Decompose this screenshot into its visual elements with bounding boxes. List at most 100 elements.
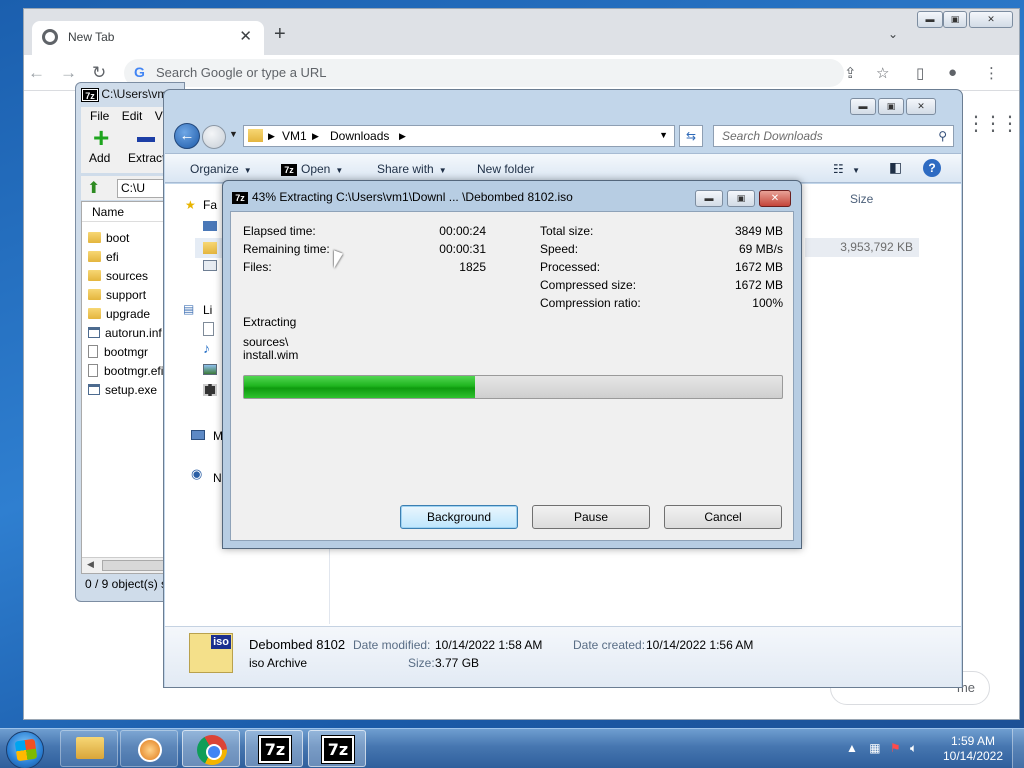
- scrollbar-thumb[interactable]: [102, 560, 164, 571]
- pause-button[interactable]: Pause: [532, 505, 650, 529]
- forward-arrow-icon[interactable]: [202, 125, 226, 149]
- desktop-icon[interactable]: [203, 221, 217, 231]
- back-arrow-icon[interactable]: ←: [174, 123, 200, 149]
- size-label: Size:: [408, 656, 435, 670]
- bookmark-star-icon[interactable]: ☆: [876, 64, 889, 82]
- share-icon[interactable]: ⇪: [844, 64, 857, 82]
- taskbar-chrome[interactable]: [182, 730, 240, 767]
- list-item[interactable]: sources: [88, 267, 148, 286]
- background-button[interactable]: Background: [400, 505, 518, 529]
- preview-pane-icon[interactable]: ◧: [889, 159, 902, 176]
- dialog-caption-buttons: ▬ ▣ ✕: [695, 190, 795, 208]
- volume-icon[interactable]: 🔈︎: [910, 741, 917, 755]
- zip-fm-path-value: C:\U: [121, 181, 145, 195]
- organize-button[interactable]: Organize ▼: [190, 162, 252, 176]
- breadcrumb-arrow-icon[interactable]: ▶: [312, 131, 319, 142]
- menu-view[interactable]: V: [155, 109, 163, 123]
- tab-close-icon[interactable]: ✕: [239, 27, 252, 45]
- explorer-command-bar: Organize ▼ 7z Open ▼ Share with ▼ New folder…: [165, 153, 961, 183]
- breadcrumb-arrow-icon[interactable]: ▶: [399, 131, 406, 142]
- breadcrumb-arrow-icon[interactable]: ▶: [268, 131, 275, 142]
- chrome-restore-button[interactable]: ▣: [943, 11, 967, 28]
- documents-icon[interactable]: [203, 322, 214, 336]
- nav-favorites[interactable]: Fa: [203, 198, 217, 212]
- action-center-flag-icon[interactable]: ⚑: [890, 741, 901, 755]
- dialog-minimize-button[interactable]: ▬: [695, 190, 723, 207]
- address-bar[interactable]: ▶ VM1 ▶ Downloads ▶ ▼: [243, 125, 675, 147]
- history-chevron-down-icon[interactable]: ▼: [229, 129, 238, 139]
- new-tab-button[interactable]: +: [274, 23, 286, 46]
- list-item[interactable]: autorun.inf: [88, 324, 162, 343]
- mouse-cursor-icon: [334, 250, 343, 272]
- chrome-minimize-button[interactable]: ▬: [917, 11, 943, 28]
- google-apps-icon[interactable]: ⋮⋮⋮: [966, 111, 1020, 136]
- list-item[interactable]: bootmgr.efi: [88, 362, 163, 381]
- forward-arrow-icon[interactable]: →: [60, 63, 77, 83]
- dialog-client-area: Elapsed time: 00:00:24 Remaining time: 0…: [230, 211, 794, 541]
- cancel-button[interactable]: Cancel: [664, 505, 782, 529]
- view-options-icon[interactable]: ☷ ▼: [833, 162, 860, 176]
- search-input[interactable]: Search Downloads ⚲: [713, 125, 954, 147]
- nav-libraries[interactable]: Li: [203, 303, 212, 317]
- taskbar-media-player[interactable]: [120, 730, 178, 767]
- breadcrumb-vm1[interactable]: VM1: [282, 129, 307, 143]
- start-button[interactable]: [6, 731, 44, 768]
- list-item[interactable]: bootmgr: [88, 343, 148, 362]
- list-item[interactable]: boot: [88, 229, 129, 248]
- chrome-close-button[interactable]: ✕: [969, 11, 1013, 28]
- extract-minus-icon[interactable]: [137, 137, 155, 142]
- column-header-size[interactable]: Size: [850, 192, 873, 206]
- list-item[interactable]: setup.exe: [88, 381, 157, 400]
- side-panel-icon[interactable]: ▯: [916, 64, 924, 82]
- remaining-time-value: 00:00:31: [439, 242, 486, 256]
- breadcrumb-downloads[interactable]: Downloads: [330, 129, 389, 143]
- list-item[interactable]: efi: [88, 248, 119, 267]
- network-tray-icon[interactable]: ▦: [869, 741, 880, 755]
- refresh-icon[interactable]: ⇆: [679, 125, 703, 147]
- reload-icon[interactable]: ↻: [92, 63, 106, 83]
- add-plus-icon[interactable]: +: [93, 124, 109, 152]
- up-folder-icon[interactable]: ⬆: [87, 178, 100, 198]
- operation-label: Extracting: [243, 315, 297, 329]
- omnibox[interactable]: G Search Google or type a URL: [124, 59, 844, 87]
- recent-places-icon[interactable]: [203, 260, 217, 271]
- open-button[interactable]: 7z Open ▼: [281, 162, 343, 176]
- compression-ratio-label: Compression ratio:: [540, 296, 641, 310]
- dialog-close-button[interactable]: ✕: [759, 190, 791, 207]
- scroll-left-arrow-icon[interactable]: ◀: [87, 559, 94, 570]
- list-item[interactable]: upgrade: [88, 305, 150, 324]
- new-folder-button[interactable]: New folder: [477, 162, 534, 176]
- show-desktop-button[interactable]: [1012, 729, 1024, 768]
- nav-network[interactable]: N: [213, 471, 222, 485]
- show-hidden-icons-chevron-icon[interactable]: ▲: [846, 741, 858, 755]
- videos-icon[interactable]: [203, 384, 217, 396]
- chrome-menu-icon[interactable]: ⋮: [984, 64, 999, 82]
- pictures-icon[interactable]: [203, 364, 217, 375]
- menu-file[interactable]: File: [90, 109, 109, 123]
- share-with-button[interactable]: Share with ▼: [377, 162, 447, 176]
- system-clock[interactable]: 1:59 AM 10/14/2022: [940, 734, 1006, 764]
- selected-file-row[interactable]: 3,953,792 KB: [805, 238, 919, 257]
- address-dropdown-icon[interactable]: ▼: [659, 130, 668, 140]
- extract-button[interactable]: Extract: [128, 151, 165, 165]
- music-note-icon[interactable]: ♪: [203, 340, 210, 356]
- taskbar-explorer[interactable]: [60, 730, 118, 767]
- profile-avatar-icon[interactable]: ●: [948, 64, 957, 81]
- dialog-restore-button[interactable]: ▣: [727, 190, 755, 207]
- help-icon[interactable]: ?: [923, 159, 941, 177]
- chevron-down-icon: ▼: [852, 166, 861, 175]
- explorer-restore-button[interactable]: ▣: [878, 98, 904, 115]
- add-button[interactable]: Add: [89, 151, 110, 165]
- explorer-minimize-button[interactable]: ▬: [850, 98, 876, 115]
- taskbar-7zip-extract[interactable]: 7z: [308, 730, 366, 767]
- list-item[interactable]: support: [88, 286, 146, 305]
- back-arrow-icon[interactable]: ←: [28, 63, 45, 83]
- explorer-close-button[interactable]: ✕: [906, 98, 936, 115]
- menu-edit[interactable]: Edit: [122, 109, 143, 123]
- folder-icon: [88, 308, 101, 319]
- taskbar-7zip-fm[interactable]: 7z: [245, 730, 303, 767]
- search-icon[interactable]: ⚲: [938, 126, 947, 146]
- tab-search-chevron-icon[interactable]: ⌄: [888, 27, 898, 41]
- progress-bar-fill: [244, 376, 476, 398]
- chrome-tab[interactable]: New Tab ✕: [32, 21, 264, 55]
